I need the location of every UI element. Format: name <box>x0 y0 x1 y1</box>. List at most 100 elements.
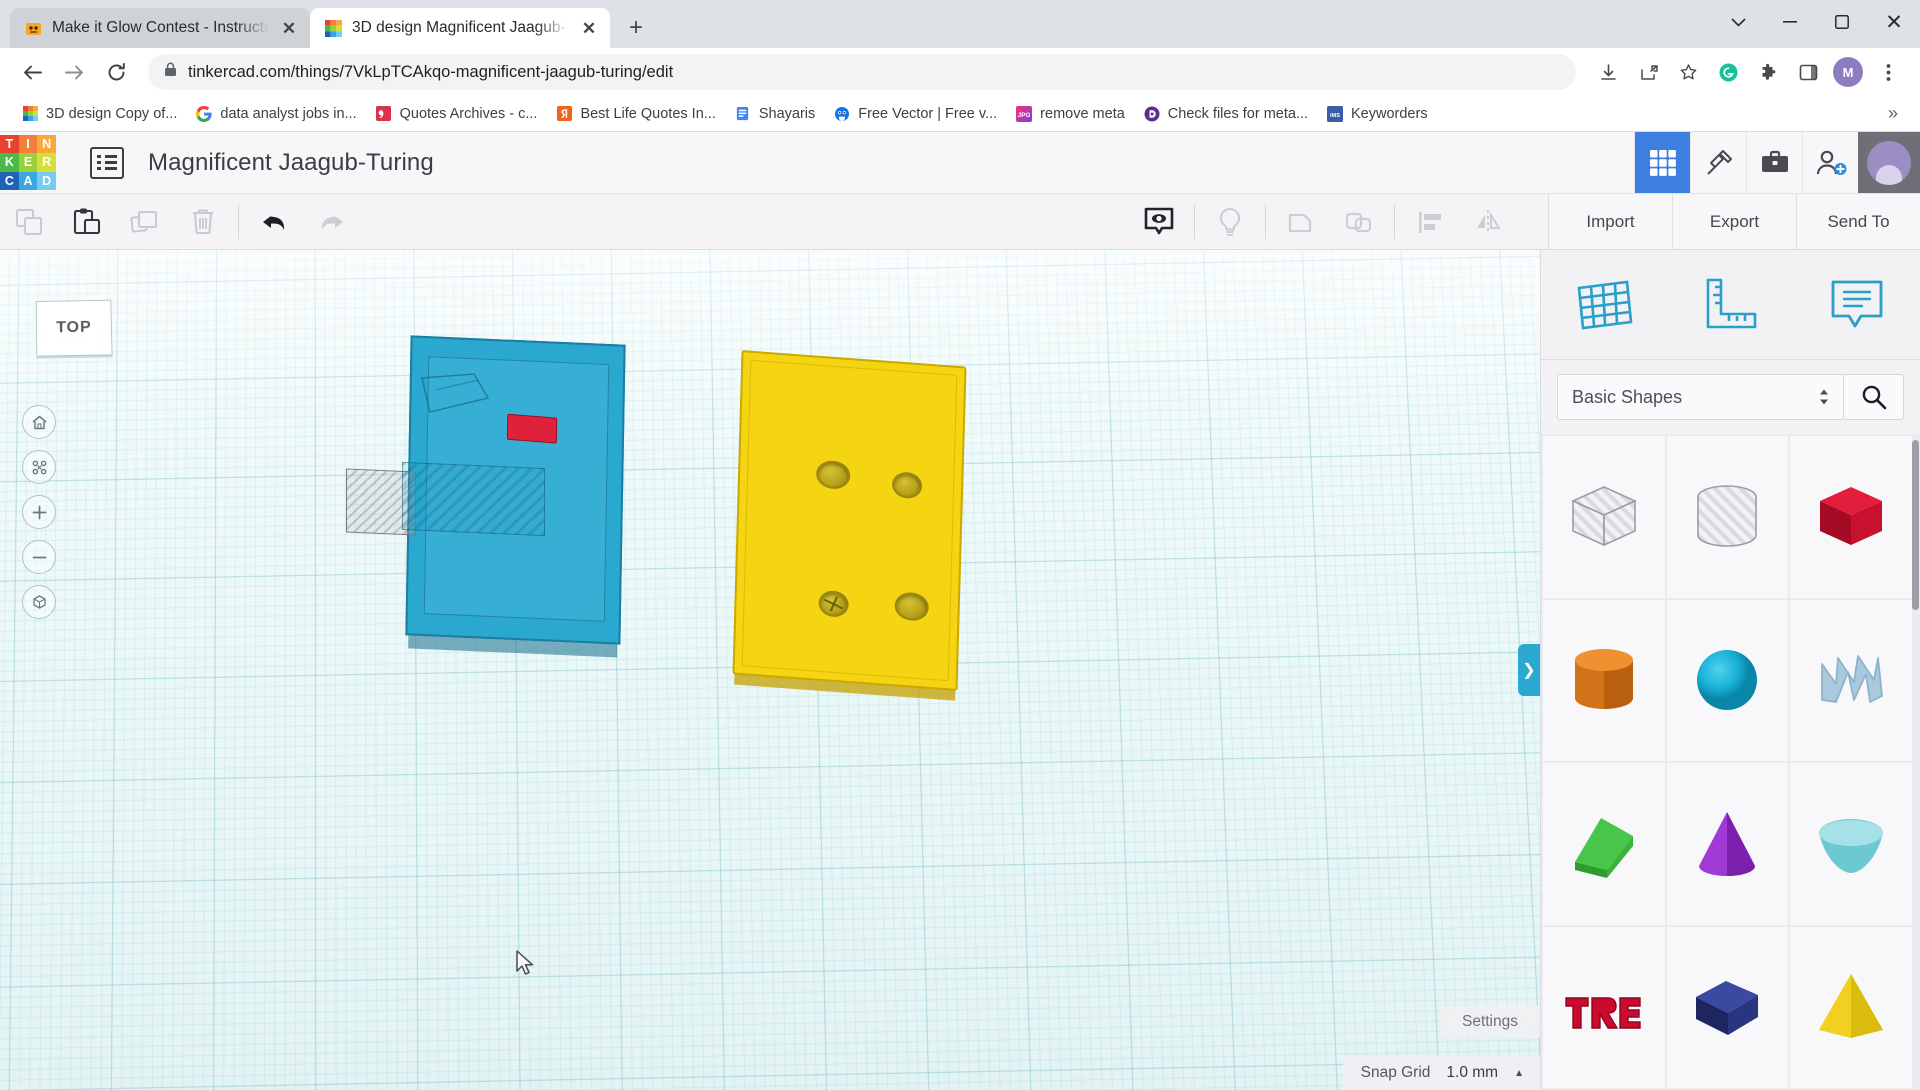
3d-viewport[interactable]: TOP Settings Snap Grid 1.0 mm ▲ ❯ <box>0 250 1540 1090</box>
reload-icon[interactable] <box>98 54 134 90</box>
notes-tab[interactable] <box>1794 250 1920 359</box>
side-panel-icon[interactable] <box>1790 54 1826 90</box>
bookmark-item-0[interactable]: 3D design Copy of... <box>12 102 186 126</box>
tab-close-icon[interactable]: ✕ <box>278 17 300 39</box>
bookmark-item-5[interactable]: Free Vector | Free v... <box>824 102 1006 126</box>
account-avatar[interactable] <box>1858 132 1920 193</box>
cylinder-shape[interactable] <box>1543 599 1665 761</box>
shape-search-button[interactable] <box>1844 374 1904 420</box>
chevron-down-icon[interactable] <box>1712 0 1764 44</box>
bookmark-label: remove meta <box>1040 105 1125 122</box>
chevron-up-icon[interactable]: ▲ <box>1514 1068 1524 1079</box>
fit-view-button[interactable] <box>22 450 56 484</box>
maximize-button[interactable] <box>1816 0 1868 44</box>
scribble-shape[interactable] <box>1790 599 1912 761</box>
pyramid-shape[interactable] <box>1790 926 1912 1088</box>
export-button[interactable]: Export <box>1672 194 1796 249</box>
forward-icon[interactable] <box>56 54 92 90</box>
cone-shape[interactable] <box>1666 763 1789 925</box>
settings-button[interactable]: Settings <box>1439 1006 1540 1038</box>
blocks-view-button[interactable] <box>1634 132 1690 193</box>
header-action-group <box>1634 132 1920 193</box>
browser-tab-0[interactable]: Make it Glow Contest - Instructa ✕ <box>10 8 310 48</box>
yellow-plate-object[interactable] <box>732 350 967 691</box>
star-icon[interactable] <box>1670 54 1706 90</box>
box-shape[interactable] <box>1790 436 1912 598</box>
logo-tile-t: T <box>0 134 19 154</box>
metadata-icon <box>1143 105 1161 123</box>
plate-hole-3[interactable] <box>818 589 850 618</box>
show-hide-button[interactable] <box>1130 194 1188 249</box>
shape-category-select[interactable]: Basic Shapes <box>1557 374 1844 420</box>
toolbar-divider <box>1194 204 1195 239</box>
ungroup-button[interactable] <box>1330 194 1388 249</box>
codeblocks-button[interactable] <box>1690 132 1746 193</box>
close-window-button[interactable]: ✕ <box>1868 0 1920 44</box>
bookmark-label: Free Vector | Free v... <box>858 105 998 122</box>
ortho-perspective-button[interactable] <box>22 585 56 619</box>
ruler-tab[interactable] <box>1667 250 1793 359</box>
panel-collapse-handle[interactable]: ❯ <box>1518 644 1540 696</box>
bookmark-item-4[interactable]: Shayaris <box>725 102 824 126</box>
address-bar[interactable]: tinkercad.com/things/7VkLpTCAkqo-magnifi… <box>148 54 1576 90</box>
blue-hatch-region[interactable] <box>402 461 545 537</box>
zoom-out-button[interactable] <box>22 540 56 574</box>
grammarly-icon[interactable] <box>1710 54 1746 90</box>
bookmark-item-1[interactable]: data analyst jobs in... <box>186 102 365 126</box>
undo-button[interactable] <box>245 194 303 249</box>
box-hole-shape[interactable] <box>1543 436 1665 598</box>
mirror-button[interactable] <box>1459 194 1517 249</box>
roof-shape[interactable] <box>1543 763 1665 925</box>
browser-toolbar-icons: M <box>1590 54 1906 90</box>
gallery-button[interactable] <box>1746 132 1802 193</box>
download-icon[interactable] <box>1590 54 1626 90</box>
tab-close-icon[interactable]: ✕ <box>578 17 600 39</box>
bookmark-item-8[interactable]: IMS Keyworders <box>1317 102 1437 126</box>
invite-button[interactable] <box>1802 132 1858 193</box>
back-icon[interactable] <box>14 54 50 90</box>
share-icon[interactable] <box>1630 54 1666 90</box>
redo-button[interactable] <box>303 194 361 249</box>
bookmark-item-6[interactable]: JPG remove meta <box>1006 102 1134 126</box>
shape-grid-scrollbar[interactable] <box>1912 440 1919 610</box>
edit-toolbar-center <box>1130 194 1517 249</box>
snap-grid-control[interactable]: Snap Grid 1.0 mm ▲ <box>1342 1056 1540 1090</box>
instructables-robot-icon <box>24 19 43 38</box>
cylinder-hole-shape[interactable] <box>1666 436 1789 598</box>
list-menu-icon[interactable] <box>90 146 124 179</box>
logo-tile-e: E <box>18 153 38 172</box>
view-cube[interactable]: TOP <box>35 299 113 363</box>
browser-tab-1[interactable]: 3D design Magnificent Jaagub-T ✕ <box>310 8 610 48</box>
bookmarks-overflow-button[interactable]: » <box>1878 103 1908 124</box>
wedge-shape[interactable] <box>1666 926 1789 1088</box>
duplicate-button[interactable] <box>116 194 174 249</box>
tinkercad-logo[interactable]: T I N K E R C A D <box>0 134 56 191</box>
bookmark-item-7[interactable]: Check files for meta... <box>1134 102 1317 126</box>
bookmark-item-2[interactable]: Quotes Archives - c... <box>366 102 547 126</box>
browser-menu-icon[interactable] <box>1870 54 1906 90</box>
shapes-tab[interactable] <box>1541 250 1667 359</box>
logo-tile-n: N <box>37 134 56 154</box>
svg-text:JPG: JPG <box>1018 112 1031 119</box>
red-chip-object[interactable] <box>506 413 558 444</box>
minimize-button[interactable] <box>1764 0 1816 44</box>
light-button[interactable] <box>1201 194 1259 249</box>
align-button[interactable] <box>1401 194 1459 249</box>
tinkercad-app: T I N K E R C A D Magnificent Jaagub-Tur… <box>0 132 1920 1090</box>
paste-button[interactable] <box>58 194 116 249</box>
import-button[interactable]: Import <box>1548 194 1672 249</box>
delete-button[interactable] <box>174 194 232 249</box>
extensions-icon[interactable] <box>1750 54 1786 90</box>
home-view-button[interactable] <box>22 405 56 439</box>
new-tab-button[interactable]: + <box>619 11 653 45</box>
text-shape[interactable] <box>1543 926 1665 1088</box>
copy-button[interactable] <box>0 194 58 249</box>
group-button[interactable] <box>1272 194 1330 249</box>
shape-library-grid[interactable] <box>1541 434 1920 1090</box>
zoom-in-button[interactable] <box>22 495 56 529</box>
paraboloid-shape[interactable] <box>1790 763 1912 925</box>
bookmark-item-3[interactable]: Best Life Quotes In... <box>546 102 724 126</box>
profile-avatar[interactable]: M <box>1830 54 1866 90</box>
sphere-shape[interactable] <box>1666 599 1789 761</box>
send-to-button[interactable]: Send To <box>1796 194 1920 249</box>
